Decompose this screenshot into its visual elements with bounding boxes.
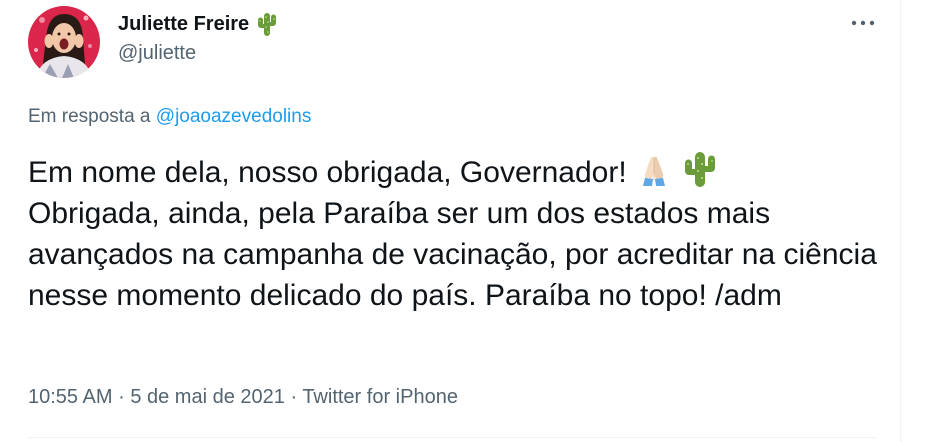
display-name-text: Juliette Freire — [118, 12, 250, 35]
tweet-text: Em nome dela, nosso obrigada, Governador… — [28, 150, 888, 316]
reply-mention-link[interactable]: @joaoazevedolins — [156, 106, 312, 127]
tweet-card: Juliette Freire @juliette Em resposta a … — [0, 0, 927, 442]
user-handle[interactable]: @juliette — [118, 42, 196, 65]
tweet-text-body: Obrigada, ainda, pela Paraíba ser um dos… — [28, 197, 877, 312]
meta-separator: · — [290, 386, 298, 408]
more-icon — [851, 20, 875, 26]
more-options-button[interactable] — [848, 8, 878, 38]
meta-separator: · — [118, 386, 125, 408]
cactus-icon — [681, 150, 719, 188]
display-name[interactable]: Juliette Freire — [118, 11, 279, 37]
tweet-text-line1: Em nome dela, nosso obrigada, Governador… — [28, 156, 627, 189]
column-border — [900, 0, 901, 442]
tweet-date-link[interactable]: 5 de mai de 2021 — [130, 386, 285, 408]
tweet-time-link[interactable]: 10:55 AM — [28, 386, 113, 408]
tweet-source: Twitter for iPhone — [302, 386, 458, 408]
divider — [28, 437, 876, 438]
reply-prefix: Em resposta a — [28, 106, 151, 127]
avatar-image — [28, 6, 100, 78]
tweet-meta: 10:55 AM · 5 de mai de 2021 · Twitter fo… — [28, 386, 458, 409]
folded-hands-icon — [635, 150, 673, 188]
avatar[interactable] — [28, 6, 100, 78]
reply-context: Em resposta a @joaoazevedolins — [28, 106, 311, 128]
cactus-icon — [255, 11, 279, 37]
